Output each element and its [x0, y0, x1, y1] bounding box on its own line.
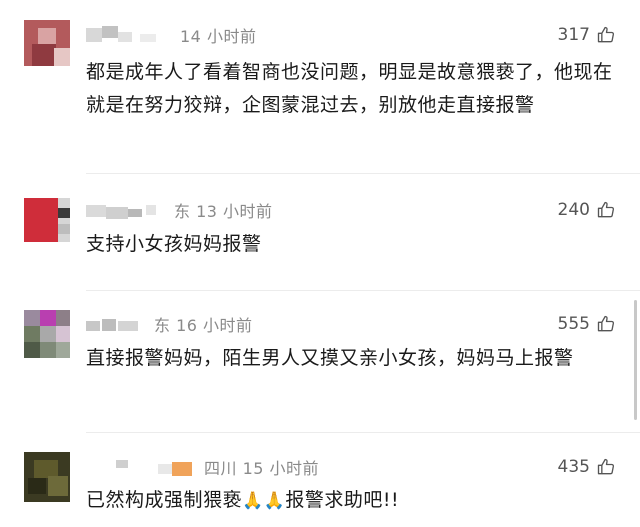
thumbs-up-icon — [597, 26, 615, 43]
comment-item: 东 16 小时前 555 直接报警妈妈，陌生男人又摸又亲小女孩，妈妈马上报警 — [0, 300, 640, 420]
comment-text-part: 报警求助吧!! — [285, 489, 400, 511]
praying-hands-emoji: 🙏🙏 — [242, 491, 286, 511]
like-button[interactable]: 240 — [558, 198, 616, 222]
username-blurred[interactable] — [86, 26, 172, 44]
username-blurred[interactable] — [86, 458, 196, 476]
avatar[interactable] — [24, 198, 70, 242]
like-count: 240 — [557, 200, 590, 220]
thumbs-up-icon — [597, 315, 615, 332]
comment-text: 已然构成强制猥亵🙏🙏报警求助吧!! — [86, 484, 620, 518]
comment-timestamp: 四川 15 小时前 — [204, 459, 320, 478]
avatar[interactable] — [24, 310, 70, 358]
comment-text: 直接报警妈妈，陌生男人又摸又亲小女孩，妈妈马上报警 — [86, 347, 574, 369]
comment-timestamp: 14 小时前 — [180, 27, 257, 46]
like-count: 435 — [557, 457, 590, 477]
scrollbar[interactable] — [634, 300, 637, 420]
comment-meta: 四川 15 小时前 — [86, 455, 319, 479]
divider — [86, 432, 640, 433]
like-count: 317 — [557, 25, 590, 45]
thumbs-up-icon — [597, 458, 615, 475]
comment-timestamp: 东 13 小时前 — [174, 202, 273, 221]
comment-meta: 东 13 小时前 — [86, 198, 273, 222]
comment-text: 都是成年人了看着智商也没问题，明显是故意猥亵了，他现在就是在努力狡辩，企图蒙混过… — [86, 61, 613, 116]
divider — [86, 290, 640, 291]
username-blurred[interactable] — [86, 315, 146, 333]
comment-item: 14 小时前 317 都是成年人了看着智商也没问题，明显是故意猥亵了，他现在就是… — [0, 0, 640, 170]
comment-text: 支持小女孩妈妈报警 — [86, 233, 262, 255]
username-blurred[interactable] — [86, 201, 166, 219]
comment-text-part: 已然构成强制猥亵 — [86, 489, 243, 511]
comment-item: 东 13 小时前 240 支持小女孩妈妈报警 — [0, 190, 640, 290]
comment-item: 四川 15 小时前 435 已然构成强制猥亵🙏🙏报警求助吧!! — [0, 440, 640, 527]
like-button[interactable]: 317 — [558, 23, 616, 47]
comment-meta: 东 16 小时前 — [86, 312, 253, 336]
comment-meta: 14 小时前 — [86, 23, 256, 47]
like-button[interactable]: 555 — [558, 312, 616, 336]
like-count: 555 — [557, 314, 590, 334]
divider — [86, 173, 640, 174]
like-button[interactable]: 435 — [558, 455, 616, 479]
avatar[interactable] — [24, 20, 70, 66]
comment-timestamp: 东 16 小时前 — [154, 316, 253, 335]
avatar[interactable] — [24, 452, 70, 502]
thumbs-up-icon — [597, 201, 615, 218]
